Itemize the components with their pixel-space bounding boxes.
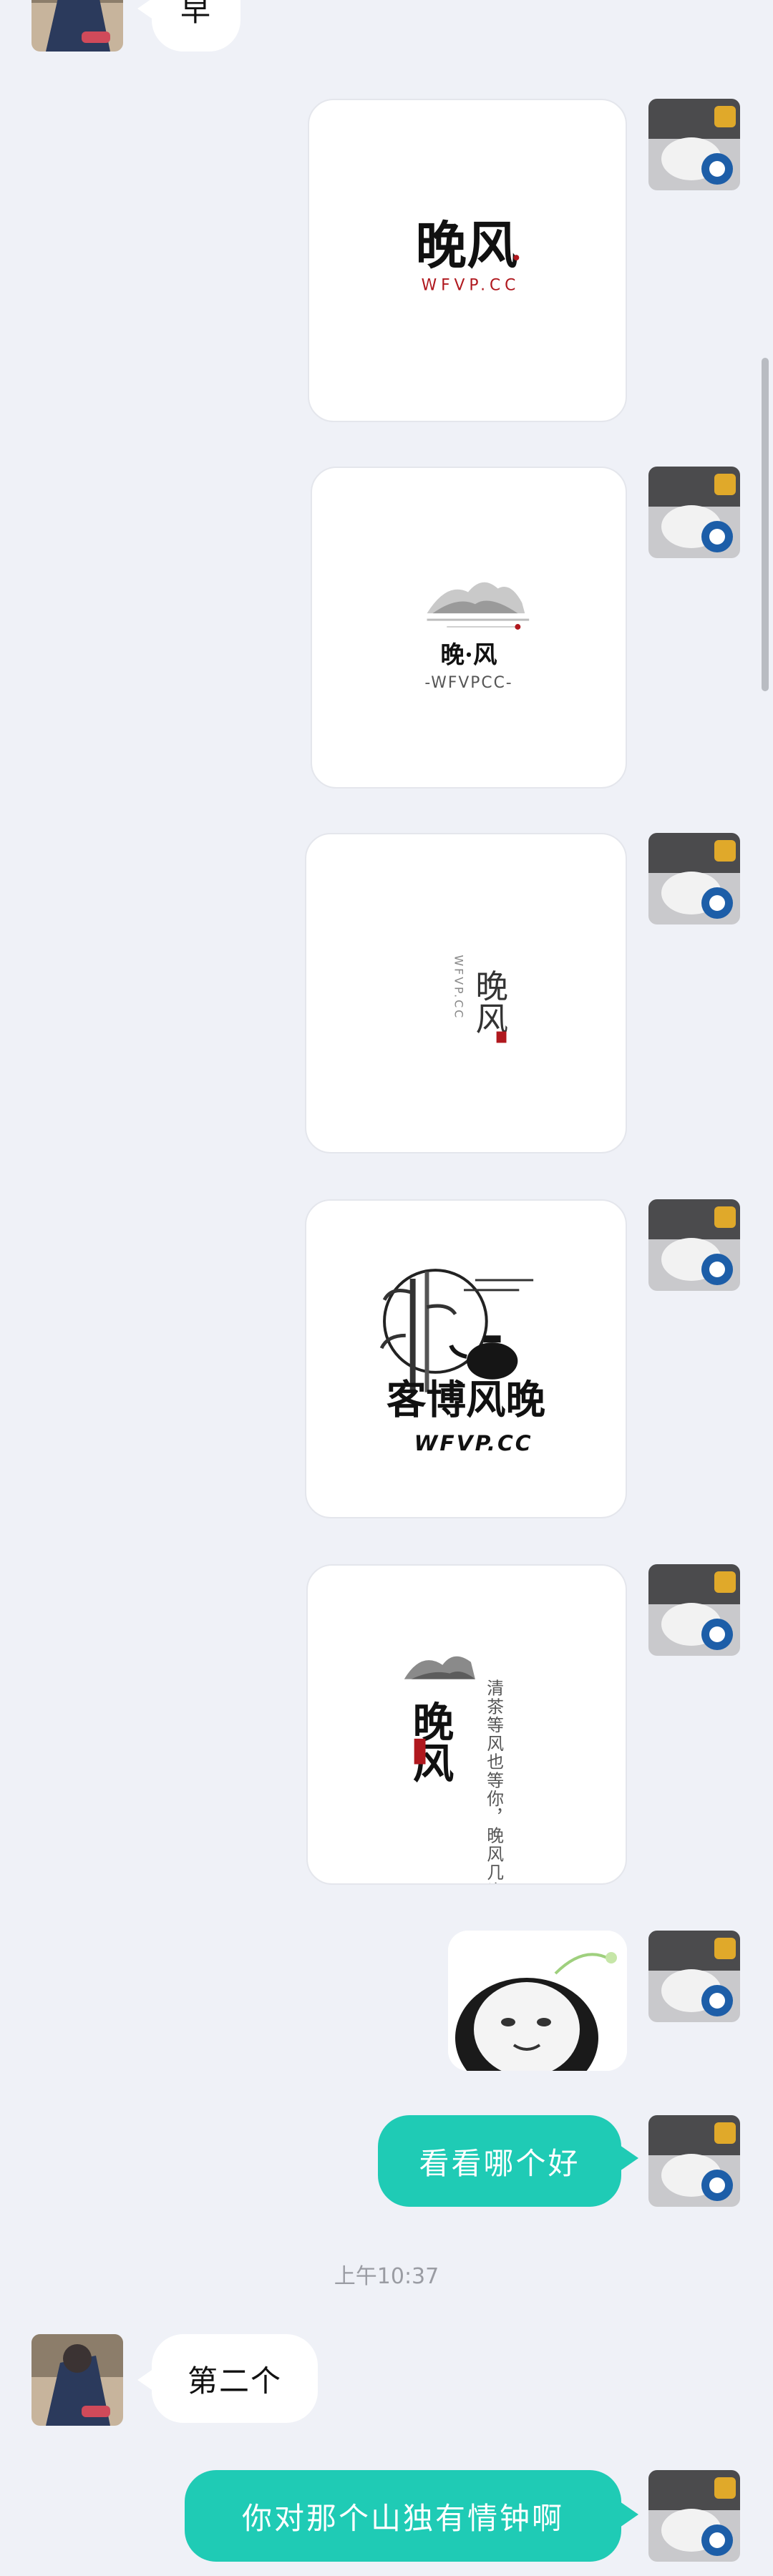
panda-meme-sticker — [448, 1931, 627, 2071]
image-message-logo-5[interactable]: 晚风 清茶等风也等你，晚风几许撩人意 — [306, 1564, 627, 1885]
logo-title: 晚风 — [470, 969, 508, 1034]
my-avatar[interactable] — [648, 1931, 740, 2022]
logo-subtitle: 清茶等风也等你，晚风几许撩人意 — [484, 1679, 504, 1883]
message-text: 你对那个山独有情钟啊 — [241, 2500, 564, 2536]
image-message-logo-3[interactable]: 晚风 WFVP.CC — [305, 833, 627, 1153]
sticker-message[interactable] — [448, 1931, 627, 2071]
outgoing-message-bubble[interactable]: 你对那个山独有情钟啊 — [185, 2470, 621, 2562]
contact-avatar[interactable] — [31, 0, 123, 52]
bubble-tail — [620, 2145, 638, 2171]
message-text: 早 — [180, 0, 212, 28]
message-timestamp: 上午10:37 — [334, 2264, 439, 2289]
contact-avatar[interactable] — [31, 2334, 123, 2426]
incoming-message-bubble[interactable]: 第二个 — [152, 2334, 318, 2423]
logo-subtitle: -WFVPCC- — [424, 674, 512, 692]
image-message-logo-2[interactable]: 晚·风 -WFVPCC- — [311, 467, 627, 789]
my-avatar[interactable] — [648, 1199, 740, 1291]
outgoing-message-bubble[interactable]: 看看哪个好 — [378, 2115, 621, 2207]
image-message-logo-4[interactable]: 客博风晚 WFVP.CC — [305, 1199, 627, 1518]
image-message-logo-1[interactable]: 晚风 WFVP.CC — [308, 99, 627, 422]
bubble-tail — [620, 2502, 638, 2527]
my-avatar[interactable] — [648, 2115, 740, 2207]
incoming-message-bubble[interactable]: 早 — [152, 0, 240, 52]
my-avatar[interactable] — [648, 833, 740, 924]
logo-title: 晚·风 — [440, 640, 497, 669]
logo-subtitle: WFVP.CC — [452, 955, 466, 1020]
logo-title: 晚风 — [405, 1700, 454, 1782]
chat-scrollbar[interactable] — [762, 358, 769, 691]
logo-title: 客博风晚 — [386, 1377, 545, 1423]
logo-title: 晚风 — [416, 215, 518, 275]
my-avatar[interactable] — [648, 1564, 740, 1656]
logo-subtitle: WFVP.CC — [414, 1431, 533, 1456]
message-text: 看看哪个好 — [419, 2145, 580, 2181]
logo-subtitle: WFVP.CC — [422, 277, 520, 295]
my-avatar[interactable] — [648, 99, 740, 190]
my-avatar[interactable] — [648, 2470, 740, 2562]
my-avatar[interactable] — [648, 467, 740, 558]
message-text: 第二个 — [187, 2363, 282, 2399]
